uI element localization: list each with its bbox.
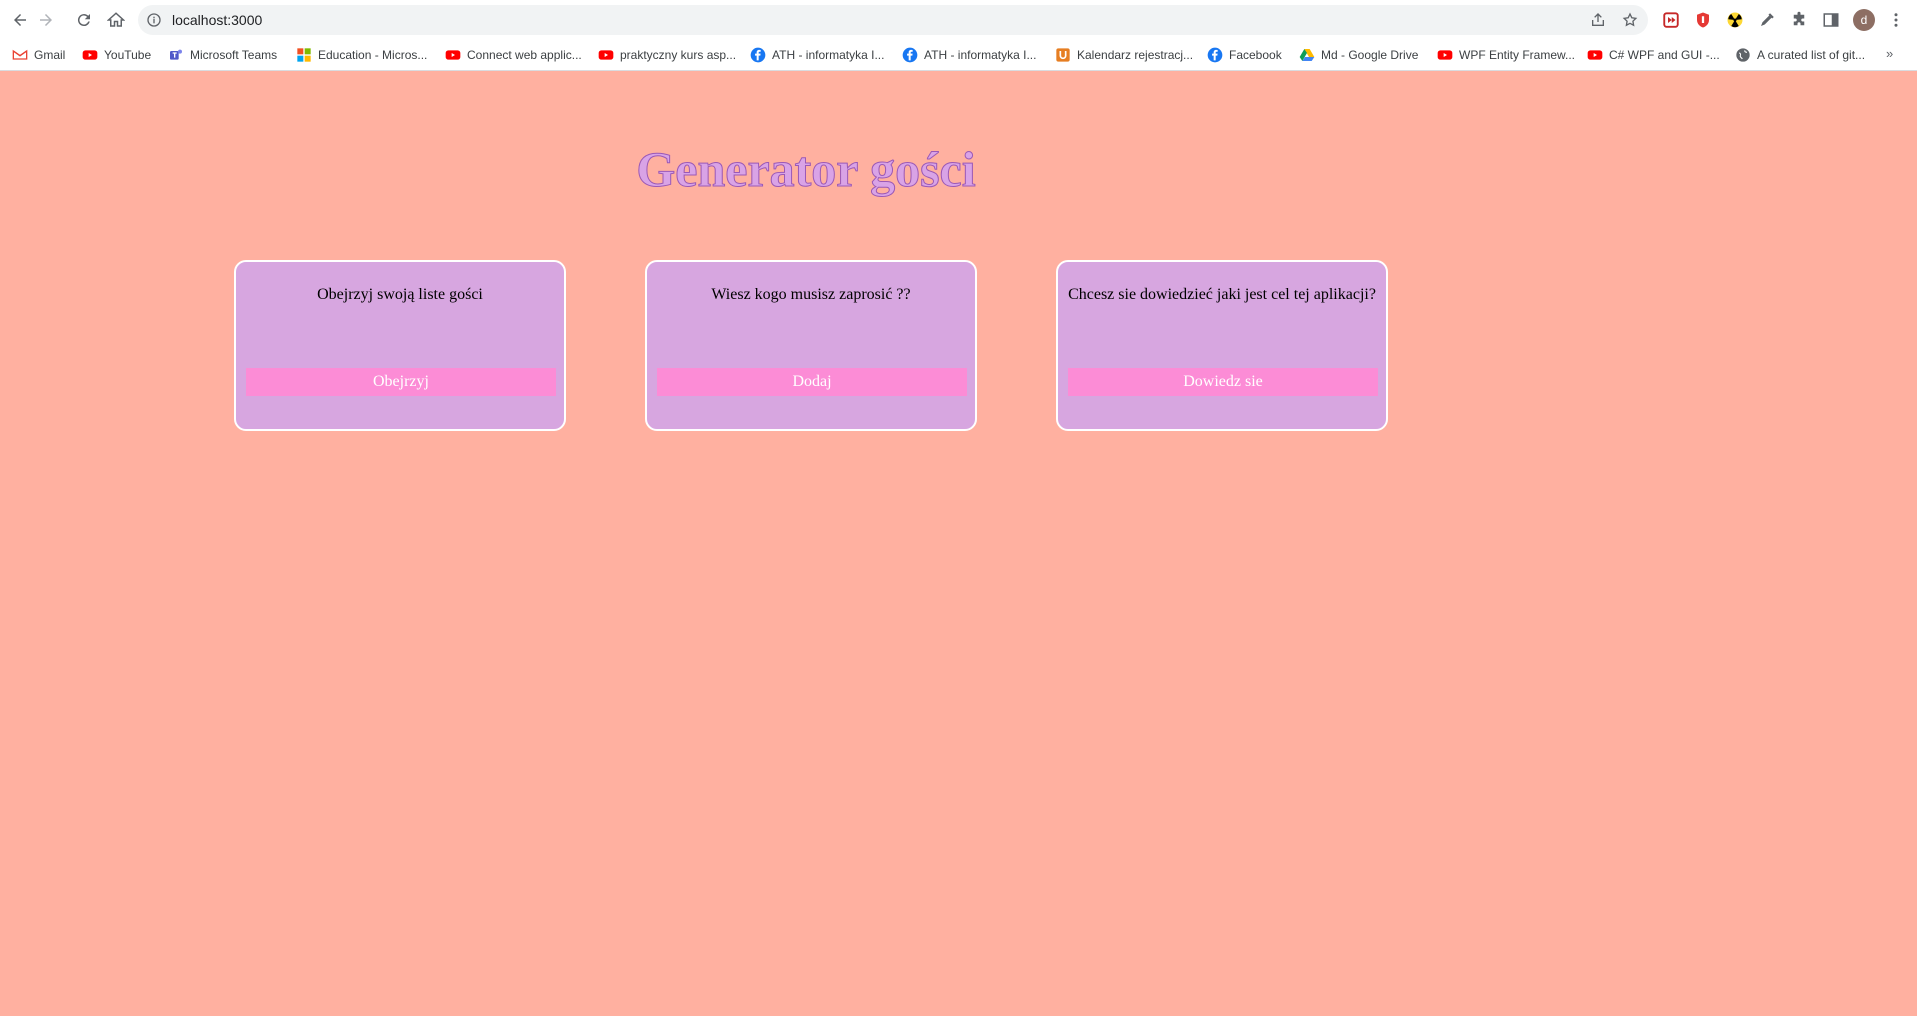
puzzle-icon [1793,11,1805,26]
info-icon[interactable] [146,12,162,28]
teams-icon [168,47,184,63]
gmail-icon [12,47,28,63]
globe-icon [1735,47,1751,63]
share-icon[interactable] [1590,12,1606,28]
facebook-icon [1207,47,1223,63]
bookmark-item[interactable]: Md - Google Drive [1299,46,1418,64]
extension-button-2[interactable] [1692,9,1714,31]
bookmark-label: Md - Google Drive [1321,48,1419,62]
bookmark-item[interactable]: ATH - informatyka I... [902,46,1036,64]
card-text: Obejrzyj swoją liste gości [317,286,483,303]
card-text: Wiesz kogo musisz zaprosić ?? [711,286,911,303]
google-drive-icon [1299,47,1315,63]
youtube-icon [1437,47,1453,63]
bookmarks-more-button[interactable]: » [1886,46,1893,61]
eyedropper-icon [1761,13,1774,26]
bookmark-label: Kalendarz rejestracj... [1077,48,1194,62]
bookmark-item[interactable]: Kalendarz rejestracj... [1055,46,1193,64]
kebab-menu-icon [1894,13,1898,27]
side-panel-icon [1823,13,1839,27]
bookmark-label: ATH - informatyka I... [924,48,1037,62]
microsoft-icon [296,47,312,63]
reload-button[interactable] [70,6,98,34]
bookmark-item[interactable]: Gmail [12,46,65,64]
media-extension-icon [1663,12,1679,28]
youtube-icon [1587,47,1603,63]
page-title: Generator gości [636,141,976,198]
address-bar[interactable]: localhost:3000 [138,5,1648,35]
bookmark-item[interactable]: Connect web applic... [445,46,582,64]
bookmark-item[interactable]: Facebook [1207,46,1282,64]
u-icon [1055,47,1071,63]
card-about-app: Chcesz sie dowiedzieć jaki jest cel tej … [1056,260,1388,431]
bookmark-item[interactable]: Education - Micros... [296,46,427,64]
bookmark-item[interactable]: YouTube [82,46,151,64]
learn-more-button[interactable]: Dowiedz sie [1068,368,1378,396]
bookmark-label: Connect web applic... [467,48,582,62]
facebook-icon [750,47,766,63]
bookmark-label: YouTube [104,48,152,62]
card-add-guest: Wiesz kogo musisz zaprosić ?? Dodaj [645,260,977,431]
home-button[interactable] [102,6,130,34]
bookmarks-bar: » Gmail YouTube Microsoft Teams Education -… [0,40,1917,71]
bookmark-label: C# WPF and GUI -... [1609,48,1720,62]
url-text: localhost:3000 [172,12,263,28]
bookmark-star-icon[interactable] [1622,12,1638,28]
view-button[interactable]: Obejrzyj [246,368,556,396]
bookmark-item[interactable]: praktyczny kurs asp... [598,46,736,64]
card-view-guests: Obejrzyj swoją liste gości Obejrzyj [234,260,566,431]
bookmark-label: praktyczny kurs asp... [620,48,737,62]
reload-icon [77,14,90,27]
side-panel-button[interactable] [1820,9,1842,31]
bookmark-label: Microsoft Teams [190,48,278,62]
bookmark-label: Gmail [34,48,66,62]
bookmark-item[interactable]: C# WPF and GUI -... [1587,46,1720,64]
bookmark-label: A curated list of git... [1757,48,1866,62]
browser-menu-button[interactable] [1885,9,1907,31]
bookmark-item[interactable]: ATH - informatyka I... [750,46,884,64]
card-text: Chcesz sie dowiedzieć jaki jest cel tej … [1068,286,1376,303]
bookmark-label: ATH - informatyka I... [772,48,885,62]
extension-button-4[interactable] [1756,9,1778,31]
youtube-icon [598,47,614,63]
bookmark-label: WPF Entity Framew... [1459,48,1576,62]
add-button[interactable]: Dodaj [657,368,967,396]
youtube-icon [82,47,98,63]
facebook-icon [902,47,918,63]
extension-button-3[interactable] [1724,9,1746,31]
page-content: Generator gości Obejrzyj swoją liste goś… [0,70,1917,1016]
profile-avatar[interactable]: d [1853,9,1875,31]
back-button[interactable] [6,6,34,34]
bookmark-item[interactable]: A curated list of git... [1735,46,1865,64]
youtube-icon [445,47,461,63]
adblock-icon [1697,12,1709,28]
bookmark-label: Education - Micros... [318,48,428,62]
extension-button-1[interactable] [1660,9,1682,31]
browser-chrome: localhost:3000 d » Gmail YouTube Microsoft… [0,0,1917,71]
radioactive-icon [1727,12,1743,28]
arrow-left-icon [14,14,26,26]
bookmark-item[interactable]: Microsoft Teams [168,46,277,64]
extensions-menu-button[interactable] [1788,9,1810,31]
bookmark-item[interactable]: WPF Entity Framew... [1437,46,1575,64]
home-icon [107,12,125,27]
arrow-right-icon [40,14,52,26]
bookmark-label: Facebook [1229,48,1282,62]
forward-button[interactable] [32,6,60,34]
browser-toolbar: localhost:3000 d [0,0,1917,40]
